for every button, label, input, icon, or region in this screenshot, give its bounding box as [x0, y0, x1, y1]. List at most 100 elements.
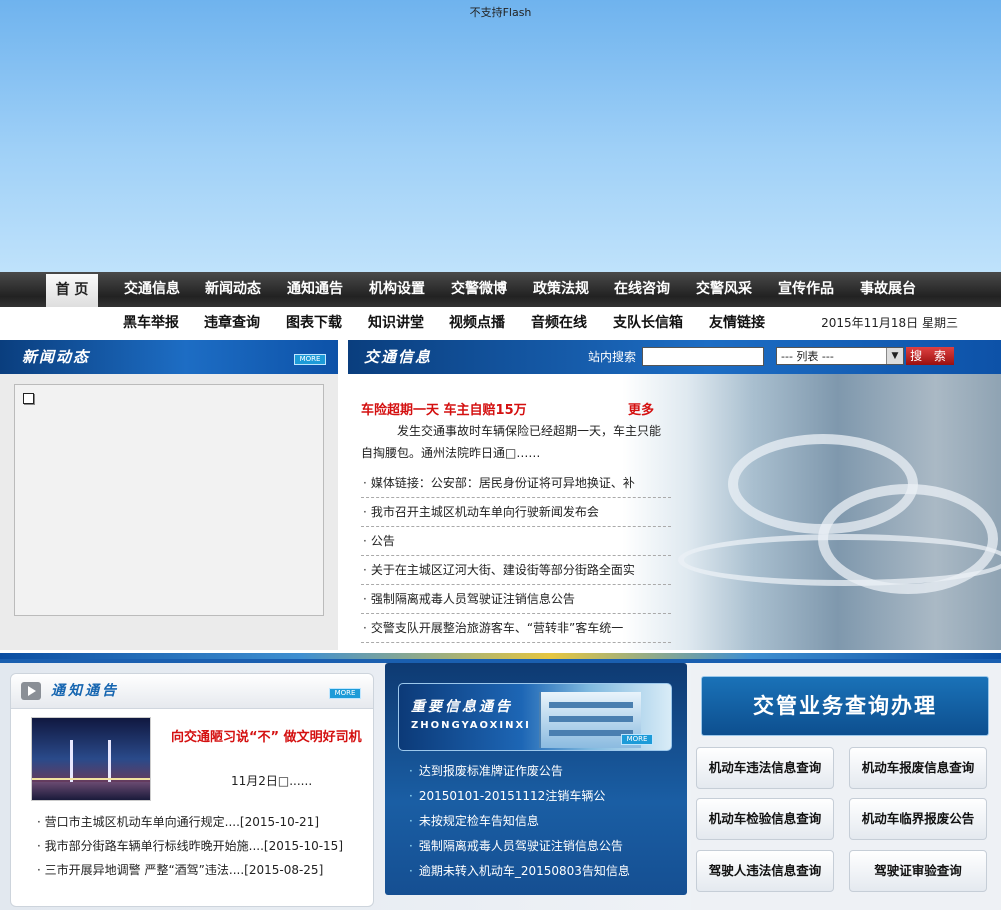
nav-item-consult[interactable]: 在线咨询	[614, 272, 670, 307]
nav2-item-audio[interactable]: 音频在线	[531, 307, 587, 340]
nav2-item-video[interactable]: 视频点播	[449, 307, 505, 340]
nav2-item-violation[interactable]: 违章查询	[204, 307, 260, 340]
list-item[interactable]: · 关于在主城区辽河大街、建设街等部分街路全面实	[361, 556, 671, 585]
list-item[interactable]: · 媒体链接：公安部：居民身份证将可异地换证、补	[361, 469, 671, 498]
important-info-title: 重要信息通告	[411, 699, 513, 715]
nav2-item-blackcar[interactable]: 黑车举报	[123, 307, 179, 340]
headline-summary: 发生交通事故时车辆保险已经超期一天，车主只能自掏腰包。通州法院昨日通□……	[361, 424, 662, 460]
site-search-input[interactable]	[642, 347, 764, 366]
list-item-text[interactable]: 媒体链接：公安部：居民身份证将可异地换证、补	[371, 476, 635, 490]
notice-title: 通知通告	[51, 683, 119, 699]
list-item[interactable]: · 强制隔离戒毒人员驾驶证注销信息公告	[409, 834, 679, 859]
news-dynamics-header: 新闻动态 MORE	[0, 340, 338, 374]
traffic-info-title: 交通信息	[364, 348, 433, 366]
list-item[interactable]: · 未按规定检车告知信息	[409, 809, 679, 834]
search-category-select[interactable]: --- 列表 --- ▼	[776, 347, 904, 365]
nav2-item-knowledge[interactable]: 知识讲堂	[368, 307, 424, 340]
list-item-text[interactable]: 达到报废标准牌证作废公告	[419, 764, 563, 778]
list-item[interactable]: · 逾期未转入机动车_20150803告知信息	[409, 859, 679, 884]
vehicle-near-scrap-notice-button[interactable]: 机动车临界报废公告	[849, 798, 987, 840]
featured-notice-date: 11月2日□......	[231, 774, 313, 788]
list-item-text[interactable]: 营口市主城区机动车单向通行规定....[2015-10-21]	[45, 815, 319, 829]
vehicle-scrap-query-button[interactable]: 机动车报废信息查询	[849, 747, 987, 789]
important-info-subtitle: ZHONGYAOXINXI	[411, 720, 531, 731]
list-item-text[interactable]: 关于在主城区辽河大街、建设街等部分街路全面实	[371, 563, 635, 577]
list-item-text[interactable]: 未按规定检车告知信息	[419, 814, 539, 828]
flash-unsupported-text: 不支持Flash	[469, 6, 532, 19]
building-floor	[549, 702, 633, 708]
bullet-icon: ·	[409, 839, 413, 853]
list-item[interactable]: · 达到报废标准牌证作废公告	[409, 759, 679, 784]
important-more-button[interactable]: MORE	[621, 734, 653, 745]
nav-item-organization[interactable]: 机构设置	[369, 272, 425, 307]
bullet-icon: ·	[363, 534, 367, 548]
list-item[interactable]: · 营口市主城区机动车单向通行规定....[2015-10-21]	[37, 810, 369, 834]
list-item-text[interactable]: 我市召开主城区机动车单向行驶新闻发布会	[371, 505, 599, 519]
news-dynamics-more-button[interactable]: MORE	[294, 354, 326, 365]
list-item[interactable]: · 20150101-20151112注销车辆公	[409, 784, 679, 809]
primary-nav: 首 页 交通信息 新闻动态 通知通告 机构设置 交警微博 政策法规 在线咨询 交…	[0, 272, 1001, 307]
highway-image-curve	[678, 534, 1001, 586]
list-item-text[interactable]: 公告	[371, 534, 395, 548]
nav-item-publicity[interactable]: 宣传作品	[778, 272, 834, 307]
nav-item-style[interactable]: 交警风采	[696, 272, 752, 307]
list-item[interactable]: · 强制隔离戒毒人员驾驶证注销信息公告	[361, 585, 671, 614]
list-item-text[interactable]: 交警支队开展整治旅游客车、“营转非”客车统一	[371, 621, 623, 635]
list-item[interactable]: · 我市召开主城区机动车单向行驶新闻发布会	[361, 498, 671, 527]
nav2-item-mailbox[interactable]: 支队长信箱	[613, 307, 683, 340]
plugin-placeholder-icon	[23, 393, 34, 404]
nav-item-weibo[interactable]: 交警微博	[451, 272, 507, 307]
bullet-icon: ·	[409, 814, 413, 828]
search-button[interactable]: 搜 索	[906, 347, 954, 365]
bullet-icon: ·	[409, 864, 413, 878]
building-floor	[549, 716, 633, 722]
water	[32, 782, 150, 800]
secondary-nav: 黑车举报 违章查询 图表下载 知识讲堂 视频点播 音频在线 支队长信箱 友情链接…	[0, 307, 1001, 340]
nav-item-news[interactable]: 新闻动态	[205, 272, 261, 307]
featured-notice-link[interactable]: 向交通陋习说“不” 做文明好司机	[171, 727, 363, 748]
bullet-icon: ·	[363, 563, 367, 577]
bridge-deck	[32, 778, 150, 780]
list-item-text[interactable]: 逾期未转入机动车_20150803告知信息	[419, 864, 630, 878]
notice-list: · 营口市主城区机动车单向通行规定....[2015-10-21] · 我市部分…	[37, 810, 369, 882]
bullet-icon: ·	[409, 789, 413, 803]
traffic-service-panel: 交管业务查询办理 机动车违法信息查询 机动车报废信息查询 机动车检验信息查询 机…	[691, 663, 1001, 910]
headline-link[interactable]: 车险超期一天 车主自赔15万	[361, 399, 527, 418]
driver-violation-query-button[interactable]: 驾驶人违法信息查询	[696, 850, 834, 892]
license-review-query-button[interactable]: 驾驶证审验查询	[849, 850, 987, 892]
nav-item-policy[interactable]: 政策法规	[533, 272, 589, 307]
list-item-text[interactable]: 强制隔离戒毒人员驾驶证注销信息公告	[419, 839, 623, 853]
list-item-text[interactable]: 我市部分街路车辆单行标线昨晚开始施....[2015-10-15]	[45, 839, 343, 853]
nav-home[interactable]: 首 页	[46, 274, 98, 307]
list-item[interactable]: · 公告	[361, 527, 671, 556]
list-item[interactable]: · 我市部分街路车辆单行标线昨晚开始施....[2015-10-15]	[37, 834, 369, 858]
nav-item-notices[interactable]: 通知通告	[287, 272, 343, 307]
important-info-panel: 重要信息通告 ZHONGYAOXINXI MORE · 达到报废标准牌证作废公告 …	[385, 663, 687, 895]
notice-more-button[interactable]: MORE	[329, 688, 361, 699]
nav2-item-download[interactable]: 图表下载	[286, 307, 342, 340]
list-item-text[interactable]: 20150101-20151112注销车辆公	[419, 789, 606, 803]
notice-header: 通知通告 MORE	[11, 674, 373, 709]
vehicle-inspection-query-button[interactable]: 机动车检验信息查询	[696, 798, 834, 840]
traffic-news-list: · 媒体链接：公安部：居民身份证将可异地换证、补 · 我市召开主城区机动车单向行驶新…	[361, 469, 671, 643]
bullet-icon: ·	[363, 621, 367, 635]
list-item[interactable]: · 交警支队开展整治旅游客车、“营转非”客车统一	[361, 614, 671, 643]
play-icon	[21, 682, 41, 700]
bridge-photo[interactable]	[31, 717, 151, 801]
service-title: 交管业务查询办理	[701, 676, 989, 736]
news-dynamics-panel	[0, 374, 338, 650]
bullet-icon: ·	[363, 592, 367, 606]
current-date: 2015年11月18日 星期三	[821, 316, 958, 330]
list-item-text[interactable]: 强制隔离戒毒人员驾驶证注销信息公告	[371, 592, 575, 606]
bullet-icon: ·	[363, 476, 367, 490]
list-item[interactable]: · 三市开展异地调警 严整“酒驾”违法....[2015-08-25]	[37, 858, 369, 882]
more-link[interactable]: 更多	[628, 399, 654, 418]
list-item-text[interactable]: 三市开展异地调警 严整“酒驾”违法....[2015-08-25]	[45, 863, 324, 877]
nav-item-accident[interactable]: 事故展台	[860, 272, 916, 307]
nav-item-traffic-info[interactable]: 交通信息	[124, 272, 180, 307]
flash-banner: 不支持Flash	[0, 0, 1001, 272]
nav2-item-links[interactable]: 友情链接	[709, 307, 765, 340]
important-info-list: · 达到报废标准牌证作废公告 · 20150101-20151112注销车辆公 · 未…	[409, 759, 679, 884]
important-info-banner[interactable]: 重要信息通告 ZHONGYAOXINXI MORE	[398, 683, 672, 751]
vehicle-violation-query-button[interactable]: 机动车违法信息查询	[696, 747, 834, 789]
